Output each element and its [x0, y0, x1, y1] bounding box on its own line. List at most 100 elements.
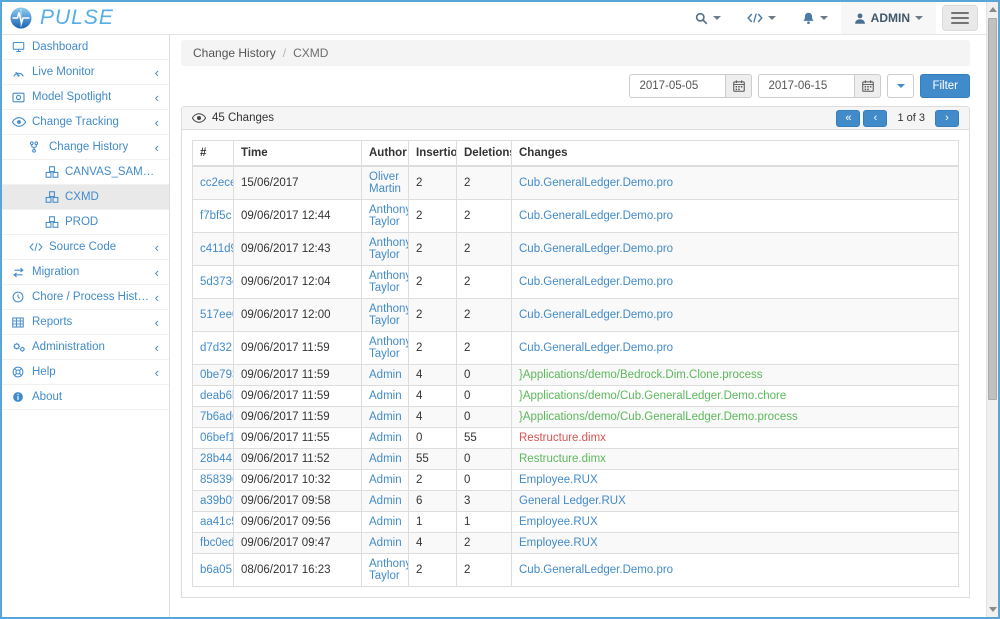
notifications-menu[interactable] — [789, 2, 841, 34]
sidebar-item-about[interactable]: About — [2, 385, 169, 410]
sidebar-item-chore-process-history[interactable]: Chore / Process History ‹ — [2, 285, 169, 310]
sidebar-item-live-monitor[interactable]: Live Monitor ‹ — [2, 60, 169, 85]
changes-link[interactable]: Cub.GeneralLedger.Demo.pro — [519, 276, 673, 288]
date-from-calendar-button[interactable] — [725, 74, 752, 98]
commit-hash-link[interactable]: 06bef1 — [200, 432, 234, 444]
chevron-down-icon — [915, 16, 923, 20]
commit-hash-link[interactable]: f7bf5c — [200, 210, 231, 222]
commit-hash-link[interactable]: 517ee0 — [200, 309, 234, 321]
sidebar-item-canvas-sample[interactable]: CANVAS_SAMPLE — [2, 160, 169, 185]
changes-link[interactable]: Restructure.dimx — [519, 432, 606, 444]
sidebar-item-model-spotlight[interactable]: Model Spotlight ‹ — [2, 85, 169, 110]
breadcrumb-parent[interactable]: Change History — [193, 46, 276, 60]
source-code-menu[interactable] — [734, 2, 789, 34]
date-from-input[interactable] — [629, 74, 725, 98]
changes-link[interactable]: Employee.RUX — [519, 537, 598, 549]
changes-link[interactable]: Employee.RUX — [519, 474, 598, 486]
changes-link[interactable]: Cub.GeneralLedger.Demo.pro — [519, 309, 673, 321]
breadcrumb-current: CXMD — [293, 46, 328, 60]
chevron-left-icon: ‹ — [151, 341, 159, 354]
commit-hash-link[interactable]: c411d9 — [200, 243, 234, 255]
date-preset-dropdown-button[interactable] — [887, 74, 914, 98]
author-link[interactable]: Admin — [369, 390, 402, 402]
commit-hash-link[interactable]: fbc0ed — [200, 537, 234, 549]
commit-hash-link[interactable]: aa41c5 — [200, 516, 234, 528]
deletions-cell: 0 — [457, 449, 512, 470]
sidebar-item-cxmd[interactable]: CXMD — [2, 185, 169, 210]
first-page-button[interactable]: « — [836, 110, 860, 127]
commit-hash-link[interactable]: 5d373e — [200, 276, 234, 288]
prev-page-button[interactable]: ‹ — [863, 110, 887, 127]
changes-link[interactable]: Cub.GeneralLedger.Demo.pro — [519, 342, 673, 354]
filter-button[interactable]: Filter — [920, 74, 970, 98]
date-to-calendar-button[interactable] — [854, 74, 881, 98]
author-link[interactable]: Oliver Martin — [369, 171, 401, 195]
user-menu[interactable]: ADMIN — [841, 2, 936, 34]
vertical-scrollbar[interactable] — [986, 2, 998, 617]
sidebar-item-help[interactable]: Help ‹ — [2, 360, 169, 385]
author-link[interactable]: Admin — [369, 516, 402, 528]
author-link[interactable]: Admin — [369, 495, 402, 507]
author-link[interactable]: Admin — [369, 432, 402, 444]
search-menu[interactable] — [682, 2, 734, 34]
sidebar-item-prod[interactable]: PROD — [2, 210, 169, 235]
commit-hash-link[interactable]: 0be793 — [200, 369, 234, 381]
sidebar-item-reports[interactable]: Reports ‹ — [2, 310, 169, 335]
sidebar-item-dashboard[interactable]: Dashboard — [2, 35, 169, 60]
author-link[interactable]: Admin — [369, 474, 402, 486]
changes-link[interactable]: General Ledger.RUX — [519, 495, 626, 507]
commit-hash-link[interactable]: d7d321 — [200, 342, 234, 354]
insertions-cell: 1 — [409, 512, 457, 533]
brand-logo[interactable]: PULSE — [2, 6, 170, 30]
main-content: Change History/CXMD — [171, 35, 986, 617]
changes-link[interactable]: Cub.GeneralLedger.Demo.pro — [519, 210, 673, 222]
chevron-left-icon: ‹ — [151, 91, 159, 104]
commit-hash-link[interactable]: 858396 — [200, 474, 234, 486]
top-nav: ADMIN — [682, 2, 986, 34]
changes-link[interactable]: }Applications/demo/Bedrock.Dim.Clone.pro… — [519, 369, 763, 381]
scrollbar-thumb[interactable] — [988, 18, 997, 400]
changes-link[interactable]: Cub.GeneralLedger.Demo.pro — [519, 243, 673, 255]
commit-hash-link[interactable]: b6a051 — [200, 564, 234, 576]
author-link[interactable]: Anthony Taylor — [369, 558, 409, 582]
author-link[interactable]: Anthony Taylor — [369, 270, 409, 294]
date-to-input[interactable] — [758, 74, 854, 98]
commit-hash-link[interactable]: deab6b — [200, 390, 234, 402]
deletions-cell: 0 — [457, 470, 512, 491]
sidebar-item-change-tracking[interactable]: Change Tracking ‹ — [2, 110, 169, 135]
commit-hash-link[interactable]: 7b6ad6 — [200, 411, 234, 423]
col-insertions: Insertions — [409, 141, 457, 167]
deletions-cell: 2 — [457, 299, 512, 332]
chevron-left-icon: ‹ — [151, 241, 159, 254]
author-link[interactable]: Anthony Taylor — [369, 303, 409, 327]
sidebar-item-source-code[interactable]: Source Code ‹ — [2, 235, 169, 260]
author-link[interactable]: Admin — [369, 411, 402, 423]
sidebar-item-administration[interactable]: Administration ‹ — [2, 335, 169, 360]
changes-link[interactable]: }Applications/demo/Cub.GeneralLedger.Dem… — [519, 390, 786, 402]
changes-link[interactable]: Cub.GeneralLedger.Demo.pro — [519, 177, 673, 189]
sidebar-item-migration[interactable]: Migration ‹ — [2, 260, 169, 285]
author-link[interactable]: Admin — [369, 453, 402, 465]
insertions-cell: 4 — [409, 533, 457, 554]
menu-toggle-button[interactable] — [942, 5, 978, 31]
time-cell: 09/06/2017 11:52 — [234, 449, 362, 470]
changes-link[interactable]: Cub.GeneralLedger.Demo.pro — [519, 564, 673, 576]
commit-hash-link[interactable]: a39b0f — [200, 495, 234, 507]
changes-link[interactable]: Restructure.dimx — [519, 453, 606, 465]
author-link[interactable]: Anthony Taylor — [369, 336, 409, 360]
author-link[interactable]: Admin — [369, 369, 402, 381]
scroll-up-arrow-icon[interactable] — [989, 7, 997, 12]
changes-link[interactable]: }Applications/demo/Cub.GeneralLedger.Dem… — [519, 411, 798, 423]
scroll-down-arrow-icon[interactable] — [989, 607, 997, 612]
sidebar-item-change-history[interactable]: Change History ‹ — [2, 135, 169, 160]
deletions-cell: 2 — [457, 332, 512, 365]
next-page-button[interactable]: › — [935, 110, 959, 127]
changes-link[interactable]: Employee.RUX — [519, 516, 598, 528]
author-link[interactable]: Admin — [369, 537, 402, 549]
commit-hash-link[interactable]: 28b441 — [200, 453, 234, 465]
clock-icon — [12, 291, 27, 303]
author-link[interactable]: Anthony Taylor — [369, 237, 409, 261]
deletions-cell: 0 — [457, 407, 512, 428]
commit-hash-link[interactable]: cc2ece — [200, 177, 234, 189]
author-link[interactable]: Anthony Taylor — [369, 204, 409, 228]
